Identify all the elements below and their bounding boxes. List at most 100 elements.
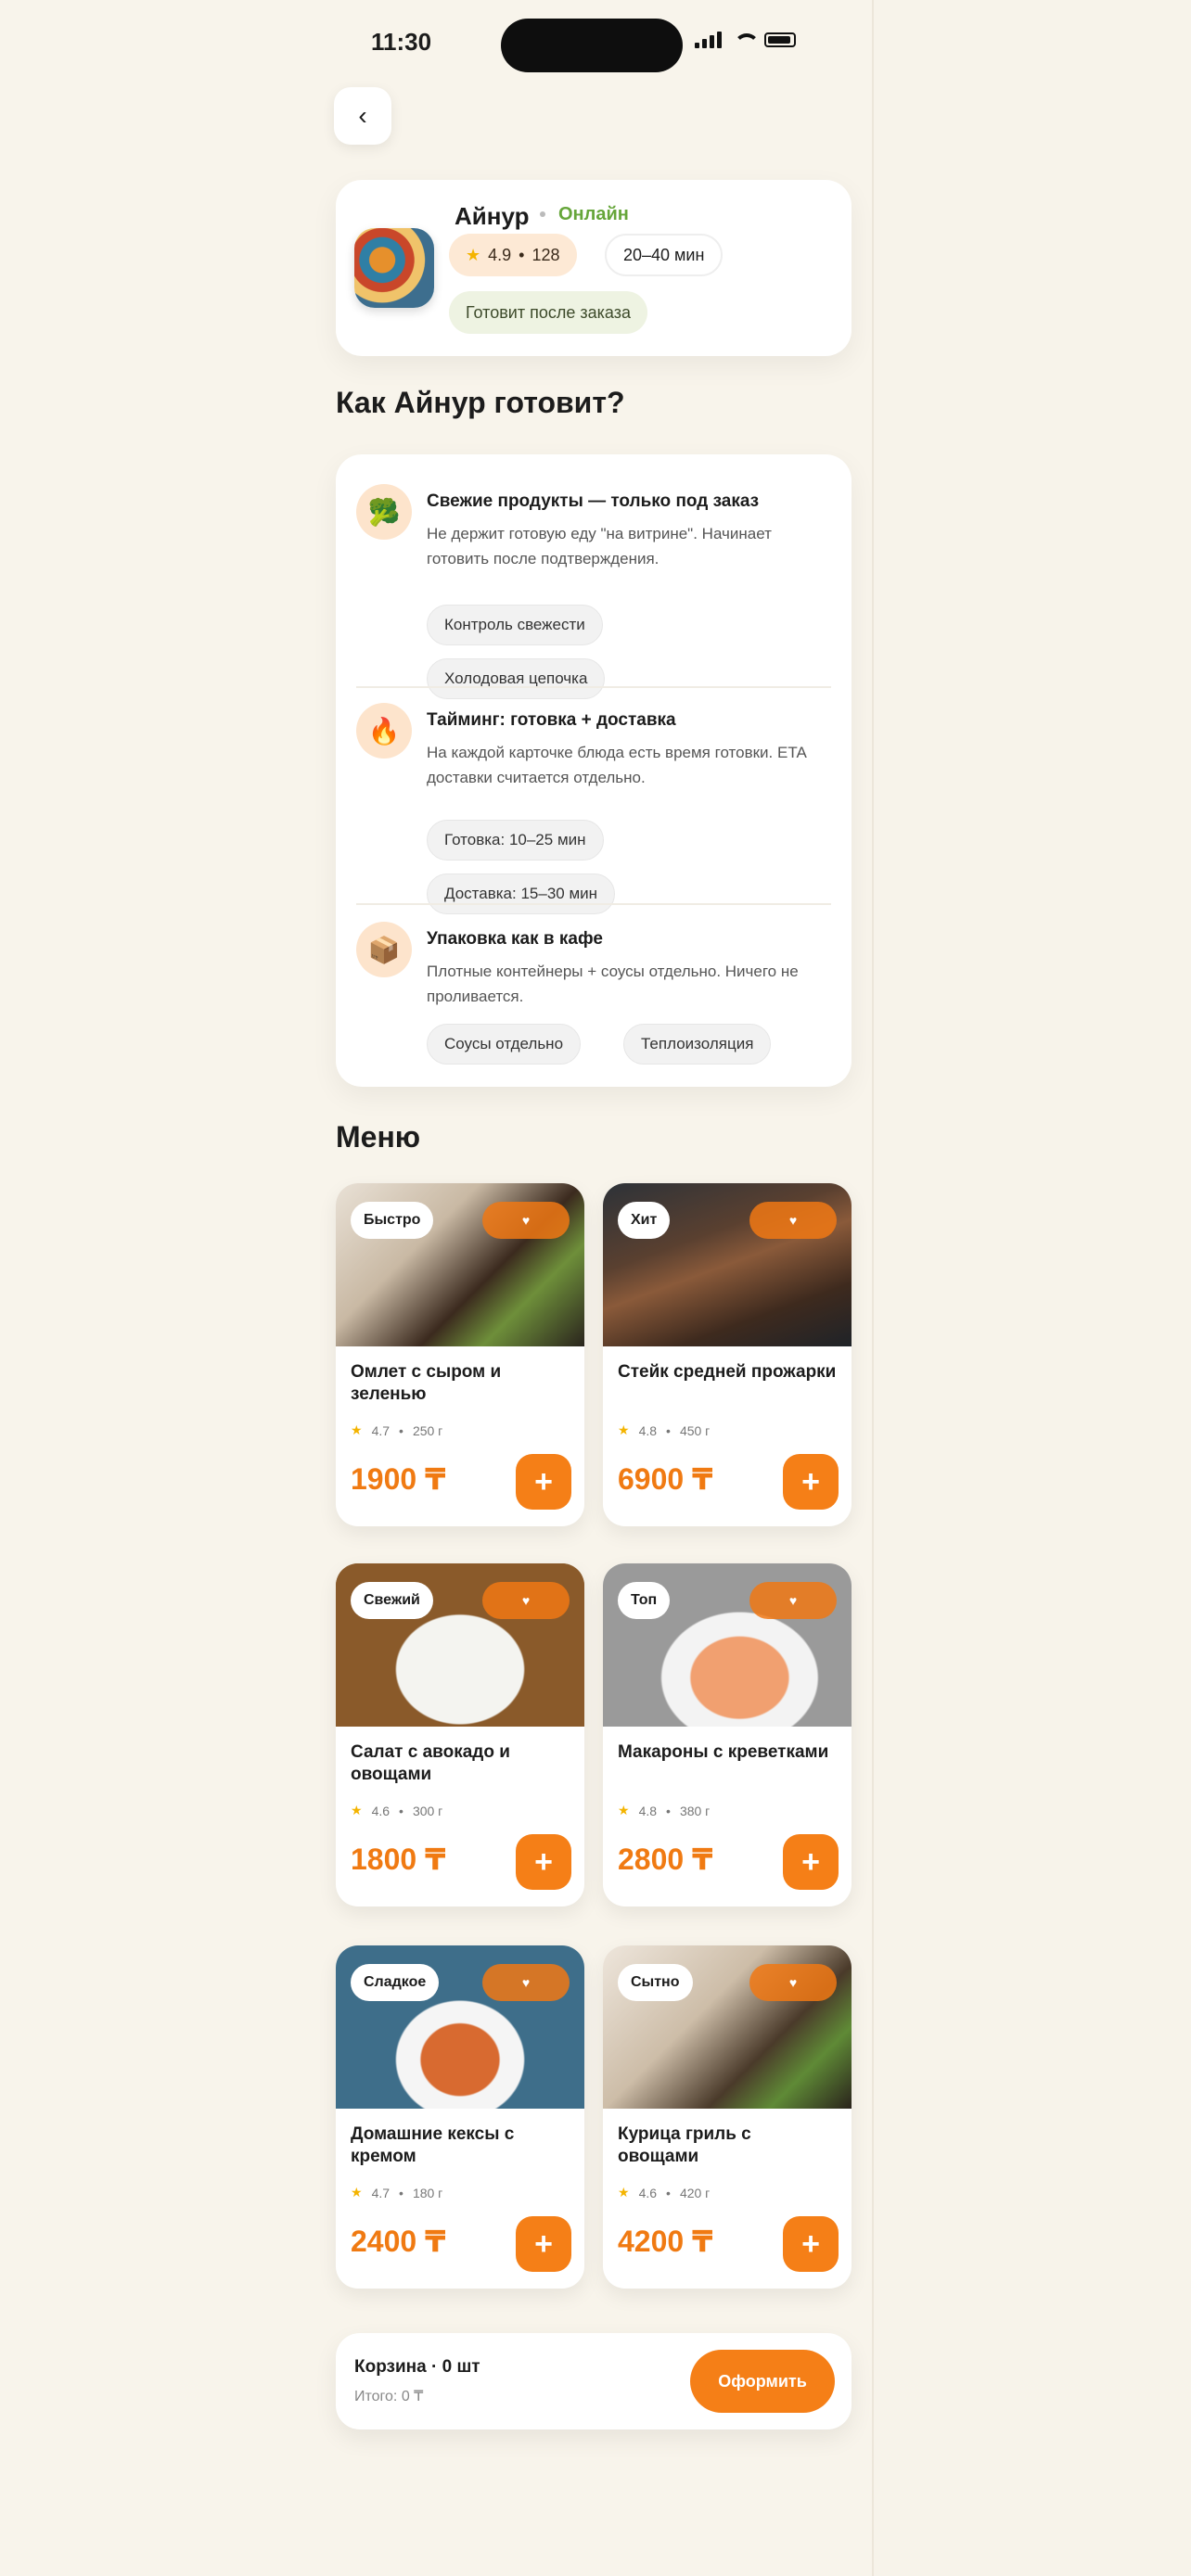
dish-price: 2800 ₸	[618, 1843, 713, 1876]
vegetables-icon: 🥦	[356, 484, 412, 540]
separator-dot: •	[399, 1422, 403, 1438]
how-item-fresh: 🥦 Свежие продукты — только под заказ Не …	[356, 484, 831, 699]
dish-rating: 4.7	[371, 1422, 391, 1438]
dish-badge: Быстро	[351, 1202, 434, 1239]
add-to-cart-button[interactable]: +	[516, 2216, 571, 2272]
dish-meta: ★ 4.6 • 420 г	[618, 2185, 710, 2200]
star-icon: ★	[351, 1422, 363, 1437]
menu-item-card[interactable]: Быстро ♥ Омлет с сыром и зеленью ★ 4.7 •…	[336, 1183, 584, 1526]
background-area	[874, 0, 1191, 2576]
menu-item-card[interactable]: Хит ♥ Стейк средней прожарки ★ 4.8 • 450…	[603, 1183, 852, 1526]
separator-dot	[540, 211, 545, 217]
dish-meta: ★ 4.6 • 300 г	[351, 1803, 442, 1818]
separator-dot: •	[666, 1422, 671, 1438]
plus-icon: +	[534, 1843, 553, 1880]
plus-icon: +	[801, 1463, 820, 1499]
dish-rating: 4.6	[638, 2185, 658, 2200]
menu-item-card[interactable]: Сладкое ♥ Домашние кексы с кремом ★ 4.7 …	[336, 1945, 584, 2289]
dish-rating: 4.7	[371, 2185, 391, 2200]
separator-dot: •	[666, 2185, 671, 2200]
dish-price: 1900 ₸	[351, 1462, 446, 1496]
divider	[356, 686, 831, 688]
phone-screen: 11:30 ‹ Айнур Онлайн ★ 4.9 • 128 20–40 м…	[0, 0, 874, 2576]
how-item-desc: Плотные контейнеры + соусы отдельно. Нич…	[427, 963, 799, 1005]
dish-rating: 4.6	[371, 1803, 391, 1818]
tag-chip: Холодовая цепочка	[427, 658, 606, 699]
dish-meta: ★ 4.7 • 250 г	[351, 1422, 442, 1438]
star-icon: ★	[618, 1422, 630, 1437]
rating-value: 4.9	[488, 245, 512, 264]
star-icon: ★	[618, 2185, 630, 2200]
heart-icon: ♥	[521, 1593, 531, 1608]
how-item-title: Тайминг: готовка + доставка	[427, 710, 676, 730]
dish-weight: 380 г	[679, 1803, 711, 1818]
dish-price: 6900 ₸	[618, 1462, 713, 1496]
dish-weight: 250 г	[412, 1422, 443, 1438]
battery-icon	[764, 32, 796, 47]
plus-icon: +	[801, 2225, 820, 2262]
add-to-cart-button[interactable]: +	[516, 1454, 571, 1510]
heart-icon: ♥	[521, 1975, 531, 1990]
separator-dot: •	[399, 2185, 403, 2200]
star-icon: ★	[351, 1803, 363, 1817]
separator-dot: •	[666, 1803, 671, 1818]
status-icons	[695, 32, 796, 48]
status-time: 11:30	[371, 28, 432, 56]
dish-name: Макароны с креветками	[618, 1742, 829, 1762]
dish-meta: ★ 4.8 • 450 г	[618, 1422, 710, 1438]
heart-icon: ♥	[788, 1975, 798, 1990]
plus-icon: +	[534, 2225, 553, 2262]
star-icon: ★	[466, 245, 481, 264]
tag-chip: Готовка: 10–25 мин	[427, 820, 604, 861]
reviews-count: 128	[531, 245, 560, 264]
favorite-badge[interactable]: ♥	[749, 1582, 837, 1619]
tag-chip: Контроль свежести	[427, 605, 603, 645]
favorite-badge[interactable]: ♥	[482, 1964, 570, 2001]
how-cooks-card: 🥦 Свежие продукты — только под заказ Не …	[336, 454, 852, 1087]
cart-title: Корзина · 0 шт	[354, 2357, 480, 2377]
menu-item-card[interactable]: Свежий ♥ Салат с авокадо и овощами ★ 4.6…	[336, 1563, 584, 1906]
dish-weight: 300 г	[412, 1803, 443, 1818]
add-to-cart-button[interactable]: +	[783, 2216, 839, 2272]
cart-total: Итого: 0 ₸	[354, 2389, 424, 2404]
dish-price: 2400 ₸	[351, 2225, 446, 2258]
heart-icon: ♥	[521, 1213, 531, 1228]
checkout-button[interactable]: Оформить	[690, 2350, 835, 2413]
dish-weight: 450 г	[679, 1422, 711, 1438]
dish-price: 1800 ₸	[351, 1843, 446, 1876]
menu-title: Меню	[336, 1120, 421, 1154]
back-button[interactable]: ‹	[334, 87, 391, 145]
order-note-chip: Готовит после заказа	[449, 291, 647, 334]
divider	[356, 903, 831, 905]
favorite-badge[interactable]: ♥	[749, 1202, 837, 1239]
cart-bar: Корзина · 0 шт Итого: 0 ₸ Оформить	[336, 2333, 852, 2429]
package-icon: 📦	[356, 922, 412, 977]
favorite-badge[interactable]: ♥	[482, 1582, 570, 1619]
add-to-cart-button[interactable]: +	[516, 1834, 571, 1890]
cook-name: Айнур	[455, 202, 530, 230]
tag-chip: Теплоизоляция	[623, 1024, 772, 1065]
wifi-icon	[731, 32, 760, 48]
tag-chip: Доставка: 15–30 мин	[427, 874, 616, 914]
star-icon: ★	[351, 2185, 363, 2200]
dish-badge: Сладкое	[351, 1964, 440, 2001]
menu-item-card[interactable]: Сытно ♥ Курица гриль с овощами ★ 4.6 • 4…	[603, 1945, 852, 2289]
chevron-left-icon: ‹	[358, 101, 367, 130]
dish-name: Курица гриль с овощами	[618, 2124, 751, 2166]
cook-avatar	[354, 228, 434, 308]
how-item-timing: 🔥 Тайминг: готовка + доставка На каждой …	[356, 703, 831, 914]
dish-name: Салат с авокадо и овощами	[351, 1742, 510, 1784]
heart-icon: ♥	[788, 1213, 798, 1228]
dish-weight: 420 г	[679, 2185, 711, 2200]
add-to-cart-button[interactable]: +	[783, 1454, 839, 1510]
favorite-badge[interactable]: ♥	[749, 1964, 837, 2001]
star-icon: ★	[618, 1803, 630, 1817]
cook-profile-card: Айнур Онлайн ★ 4.9 • 128 20–40 мин Готов…	[336, 180, 852, 356]
how-item-desc: Не держит готовую еду "на витрине". Начи…	[427, 525, 772, 567]
favorite-badge[interactable]: ♥	[482, 1202, 570, 1239]
add-to-cart-button[interactable]: +	[783, 1834, 839, 1890]
dynamic-island	[501, 19, 683, 72]
dish-name: Омлет с сыром и зеленью	[351, 1362, 502, 1404]
menu-item-card[interactable]: Топ ♥ Макароны с креветками ★ 4.8 • 380 …	[603, 1563, 852, 1906]
separator-dot: •	[399, 1803, 403, 1818]
